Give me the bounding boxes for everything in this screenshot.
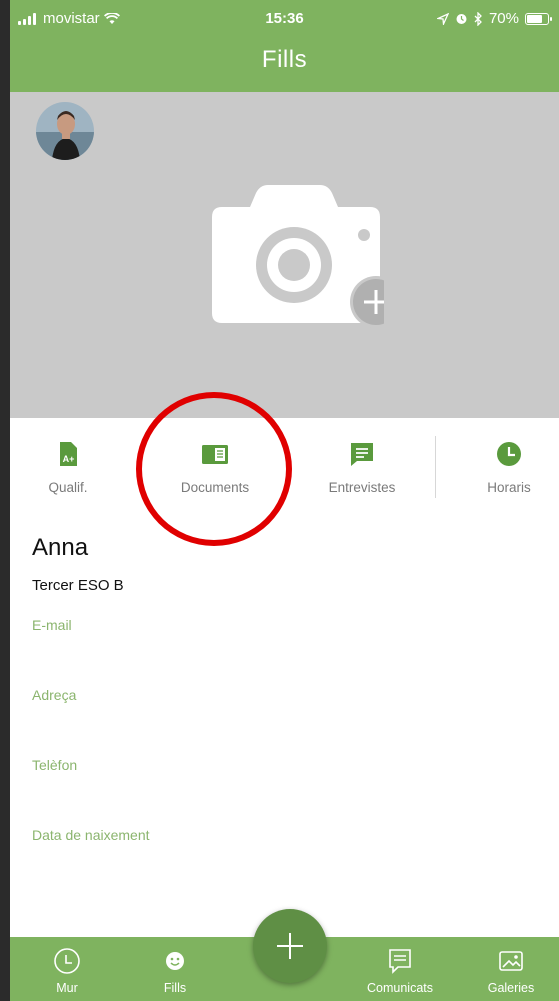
nav-label-mur: Mur — [56, 981, 78, 995]
location-arrow-icon — [436, 12, 449, 25]
tab-label-qualif: Qualif. — [48, 480, 88, 495]
clock-icon — [497, 442, 521, 466]
plus-icon — [277, 933, 303, 959]
battery-percent: 70% — [488, 10, 519, 27]
page-title: Fills — [261, 46, 308, 73]
student-name: Anna — [32, 534, 89, 561]
battery-icon — [525, 12, 552, 25]
gallery-icon — [499, 951, 523, 971]
nav-label-fills: Fills — [163, 981, 187, 995]
nav-label-comunicats: Comunicats — [367, 981, 433, 995]
phone-screen: movistar 15:36 70% Fills A+ Qualif. Docu… — [10, 0, 559, 1001]
avatar[interactable] — [36, 102, 94, 160]
status-right: 70% — [436, 10, 552, 27]
highlight-circle-annotation — [136, 392, 292, 546]
field-label-birthdate: Data de naixement — [32, 827, 150, 843]
nav-item-mur[interactable]: Mur — [22, 947, 112, 995]
student-class: Tercer ESO B — [32, 577, 124, 594]
status-bar: movistar 15:36 70% — [10, 0, 559, 38]
nav-item-galeries[interactable]: Galeries — [466, 947, 556, 995]
top-bar: movistar 15:36 70% Fills — [10, 0, 559, 92]
nav-item-fills[interactable]: Fills — [130, 947, 220, 995]
field-label-phone: Telèfon — [32, 757, 78, 773]
nav-item-comunicats[interactable]: Comunicats — [355, 947, 445, 995]
tab-entrevistes[interactable]: Entrevistes — [302, 440, 422, 495]
nav-label-galeries: Galeries — [487, 981, 535, 995]
message-icon — [389, 949, 411, 974]
chat-bubble-icon — [351, 443, 373, 466]
tab-horaris[interactable]: Horaris — [449, 440, 559, 495]
tab-label-horaris: Horaris — [487, 480, 531, 495]
profile-photo-area[interactable] — [10, 92, 559, 418]
bluetooth-icon — [474, 11, 482, 26]
field-label-address: Adreça — [32, 687, 77, 703]
svg-text:A+: A+ — [63, 454, 75, 464]
tab-label-entrevistes: Entrevistes — [328, 480, 396, 495]
clock-icon — [54, 948, 80, 974]
add-photo-camera-icon[interactable] — [204, 185, 384, 330]
add-button[interactable] — [253, 909, 327, 983]
field-label-email: E-mail — [32, 617, 72, 633]
grade-document-icon: A+ — [60, 442, 77, 466]
smiley-icon — [166, 952, 184, 970]
tab-divider — [435, 436, 436, 498]
tab-qualif[interactable]: A+ Qualif. — [10, 440, 128, 495]
alarm-icon — [456, 14, 467, 24]
